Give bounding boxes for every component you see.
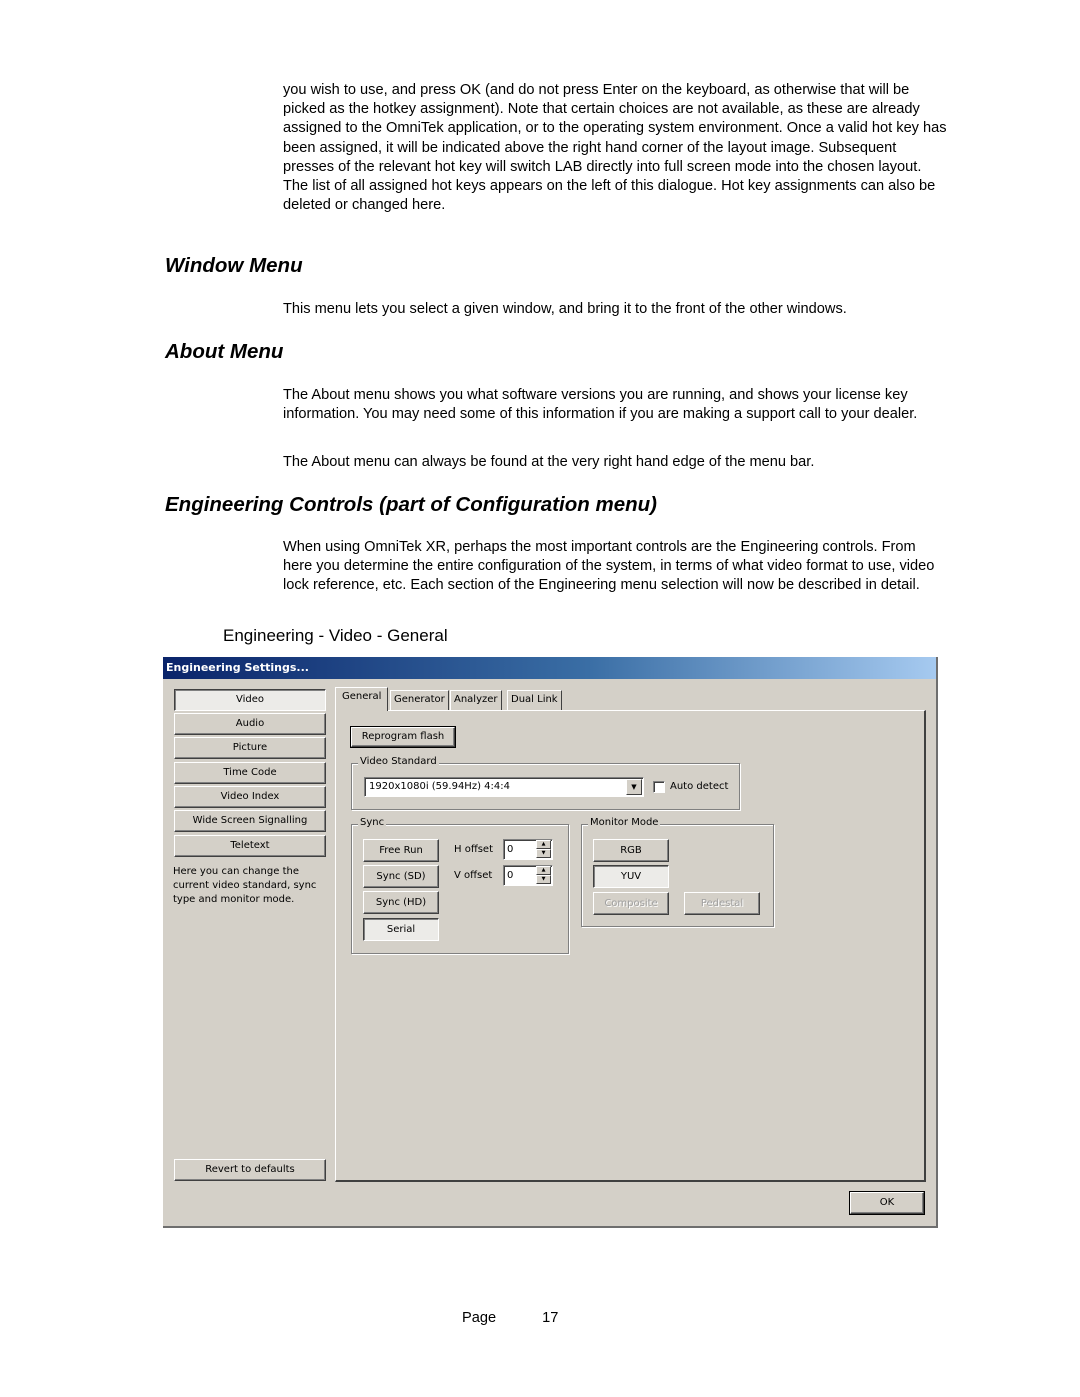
engineering-settings-dialog: Engineering Settings... Video Audio Pict…: [163, 657, 938, 1228]
page-label: Page: [462, 1310, 497, 1326]
sidebar-item-teletext[interactable]: Teletext: [174, 835, 326, 857]
sidebar-item-audio[interactable]: Audio: [174, 713, 326, 735]
video-standard-group: Video Standard 1920x1080i (59.94Hz) 4:4:…: [351, 756, 740, 810]
window-menu-paragraph: This menu lets you select a given window…: [283, 301, 847, 317]
v-offset-label: V offset: [454, 870, 493, 881]
spin-up-icon[interactable]: ▲: [536, 866, 551, 875]
spin-down-icon[interactable]: ▼: [536, 875, 551, 884]
composite-button[interactable]: Composite: [593, 892, 669, 915]
page-number: 17: [542, 1310, 559, 1326]
tab-generator[interactable]: Generator: [390, 690, 449, 710]
dialog-title-bar: Engineering Settings...: [163, 657, 936, 679]
video-standard-value: 1920x1080i (59.94Hz) 4:4:4: [369, 781, 510, 792]
about-menu-paragraph-2: The About menu can always be found at th…: [283, 454, 815, 470]
h-offset-value: 0: [507, 844, 514, 855]
general-tab-panel: Reprogram flash Video Standard 1920x1080…: [335, 710, 926, 1182]
monitor-mode-group-label: Monitor Mode: [588, 817, 661, 828]
section-heading-window-menu: Window Menu: [165, 254, 303, 277]
sync-sd-button[interactable]: Sync (SD): [363, 865, 439, 888]
page-footer: Page 17: [462, 1310, 558, 1326]
free-run-button[interactable]: Free Run: [363, 839, 439, 862]
revert-to-defaults-button[interactable]: Revert to defaults: [174, 1159, 326, 1181]
sidebar-item-picture[interactable]: Picture: [174, 737, 326, 759]
sidebar-item-video[interactable]: Video: [174, 689, 326, 711]
spin-up-icon[interactable]: ▲: [536, 840, 551, 849]
sync-group-label: Sync: [358, 817, 387, 828]
sidebar-help-text: Here you can change the current video st…: [173, 866, 317, 905]
sync-group: Sync Free Run Sync (SD) Sync (HD) Serial…: [351, 817, 569, 954]
section-heading-about-menu: About Menu: [165, 340, 284, 363]
v-offset-value: 0: [507, 870, 514, 881]
monitor-mode-group: Monitor Mode RGB YUV Composite Pedestal: [581, 817, 774, 927]
sidebar-item-time-code[interactable]: Time Code: [174, 762, 326, 784]
spin-down-icon[interactable]: ▼: [536, 849, 551, 858]
serial-button[interactable]: Serial: [363, 918, 439, 941]
pedestal-button[interactable]: Pedestal: [684, 892, 760, 915]
chevron-down-icon[interactable]: ▼: [626, 779, 642, 795]
v-offset-spinner[interactable]: 0 ▲ ▼: [503, 865, 553, 886]
auto-detect-checkbox[interactable]: [653, 781, 665, 793]
about-menu-paragraph-1: The About menu shows you what software v…: [283, 387, 918, 423]
section-heading-engineering-controls: Engineering Controls (part of Configurat…: [165, 493, 657, 516]
sidebar-item-video-index[interactable]: Video Index: [174, 786, 326, 808]
tab-general[interactable]: General: [335, 687, 389, 711]
sidebar-item-wide-screen-signalling[interactable]: Wide Screen Signalling: [174, 810, 326, 832]
reprogram-flash-button[interactable]: Reprogram flash: [350, 726, 456, 748]
auto-detect-label: Auto detect: [670, 781, 729, 792]
intro-paragraph: you wish to use, and press OK (and do no…: [283, 82, 947, 214]
h-offset-spinner[interactable]: 0 ▲ ▼: [503, 839, 553, 860]
tab-dual-link[interactable]: Dual Link: [507, 690, 562, 710]
video-standard-select[interactable]: 1920x1080i (59.94Hz) 4:4:4 ▼: [364, 777, 644, 797]
h-offset-label: H offset: [454, 844, 493, 855]
yuv-button[interactable]: YUV: [593, 865, 669, 888]
rgb-button[interactable]: RGB: [593, 839, 669, 862]
figure-caption: Engineering - Video - General: [223, 626, 448, 645]
tab-analyzer[interactable]: Analyzer: [450, 690, 502, 710]
sync-hd-button[interactable]: Sync (HD): [363, 891, 439, 914]
video-standard-group-label: Video Standard: [358, 756, 439, 767]
dialog-title: Engineering Settings...: [166, 661, 309, 674]
engineering-controls-paragraph: When using OmniTek XR, perhaps the most …: [283, 539, 935, 594]
ok-button[interactable]: OK: [849, 1191, 925, 1215]
